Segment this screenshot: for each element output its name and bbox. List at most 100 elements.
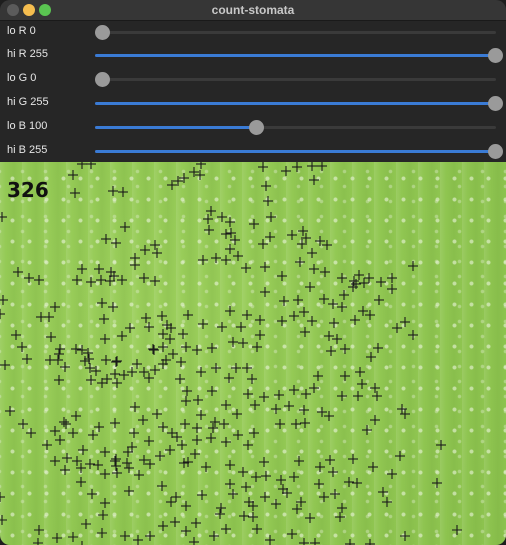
slider-track[interactable] [95, 72, 496, 87]
stomata-marker [192, 423, 202, 433]
stomata-marker [81, 519, 91, 529]
stomata-marker [300, 327, 310, 337]
stomata-marker [0, 309, 5, 319]
stomata-marker [319, 492, 329, 502]
stomata-marker [193, 395, 203, 405]
stomata-marker [120, 531, 130, 541]
slider-track[interactable] [95, 144, 503, 159]
stomata-marker [196, 367, 206, 377]
slider-thumb[interactable] [488, 48, 503, 63]
stomata-marker [110, 456, 120, 466]
stomata-marker [181, 526, 191, 536]
slider-label: lo G 0 [7, 72, 37, 84]
stomata-marker [261, 471, 271, 481]
stomata-marker [225, 306, 235, 316]
slider-thumb[interactable] [488, 96, 503, 111]
stomata-marker [328, 299, 338, 309]
stomata-marker [155, 451, 165, 461]
stomata-marker [76, 477, 86, 487]
stomata-marker [276, 475, 286, 485]
app-window: count-stomata lo R 0 hi R 255 lo G 0 hi … [0, 0, 506, 545]
stomata-marker [125, 323, 135, 333]
stomata-marker [168, 349, 178, 359]
stomata-marker [210, 417, 220, 427]
stomata-marker [100, 469, 110, 479]
stomata-marker [50, 426, 60, 436]
slider-thumb[interactable] [95, 25, 110, 40]
stomata-marker [70, 188, 80, 198]
slider-thumb[interactable] [249, 120, 265, 135]
stomata-marker [46, 332, 56, 342]
stomata-marker [206, 433, 216, 443]
stomata-marker [260, 492, 270, 502]
stomata-marker [366, 352, 376, 362]
stomata-marker [259, 457, 269, 467]
stomata-marker [287, 529, 297, 539]
stomata-marker [242, 310, 252, 320]
stomata-marker [265, 232, 275, 242]
stomata-marker [372, 391, 382, 401]
slider-row-hi-b: hi B 255 [0, 140, 506, 164]
stomata-marker [248, 512, 258, 522]
stomata-marker [138, 415, 148, 425]
stomata-marker [260, 262, 270, 272]
slider-track[interactable] [95, 120, 496, 135]
stomata-marker [277, 316, 287, 326]
stomata-marker [260, 287, 270, 297]
slider-track[interactable] [95, 96, 503, 111]
stomata-marker [228, 489, 238, 499]
stomata-marker [395, 451, 405, 461]
stomata-marker [307, 316, 317, 326]
slider-thumb[interactable] [95, 72, 110, 87]
slider-thumb[interactable] [488, 144, 503, 159]
stomata-marker [94, 422, 104, 432]
stomata-marker [452, 525, 462, 535]
stomata-marker [224, 373, 234, 383]
stomata-marker [144, 322, 154, 332]
stomata-marker [61, 419, 71, 429]
stomata-marker [158, 329, 168, 339]
slider-label: hi G 255 [7, 96, 49, 108]
stomata-marker [201, 462, 211, 472]
stomata-marker [149, 345, 159, 355]
stomata-marker [0, 212, 7, 222]
stomata-marker [182, 386, 192, 396]
stomata-marker [357, 379, 367, 389]
stomata-marker [225, 479, 235, 489]
stomata-marker [225, 460, 235, 470]
stomata-marker [353, 391, 363, 401]
stomata-marker [215, 509, 225, 519]
stomata-marker [144, 436, 154, 446]
stomata-marker [60, 465, 70, 475]
stomata-marker [291, 419, 301, 429]
stomata-marker [221, 437, 231, 447]
stomata-marker [217, 212, 227, 222]
stomata-marker [208, 423, 218, 433]
stomata-marker [81, 541, 83, 545]
stomata-marker [337, 302, 347, 312]
slider-track[interactable] [95, 25, 496, 40]
stomata-marker [129, 428, 139, 438]
stomata-marker [339, 290, 349, 300]
stomata-marker [88, 430, 98, 440]
stomata-marker [112, 356, 122, 366]
stomata-marker [118, 187, 128, 197]
stomata-marker [181, 342, 191, 352]
stomata-marker [120, 222, 130, 232]
stomata-marker [289, 385, 299, 395]
stomata-marker [13, 267, 23, 277]
stomata-marker [299, 405, 309, 415]
stomata-marker [24, 273, 34, 283]
stomata-marker [400, 531, 410, 541]
stomata-marker [301, 389, 311, 399]
stomata-marker [157, 311, 167, 321]
stomata-marker [165, 445, 175, 455]
stomata-marker [204, 225, 214, 235]
slider-track[interactable] [95, 48, 503, 63]
stomata-marker [110, 418, 120, 428]
stomata-marker [241, 482, 251, 492]
stomata-marker [207, 343, 217, 353]
stomata-marker [124, 463, 134, 473]
stomata-marker [232, 409, 242, 419]
stomata-marker [192, 345, 202, 355]
